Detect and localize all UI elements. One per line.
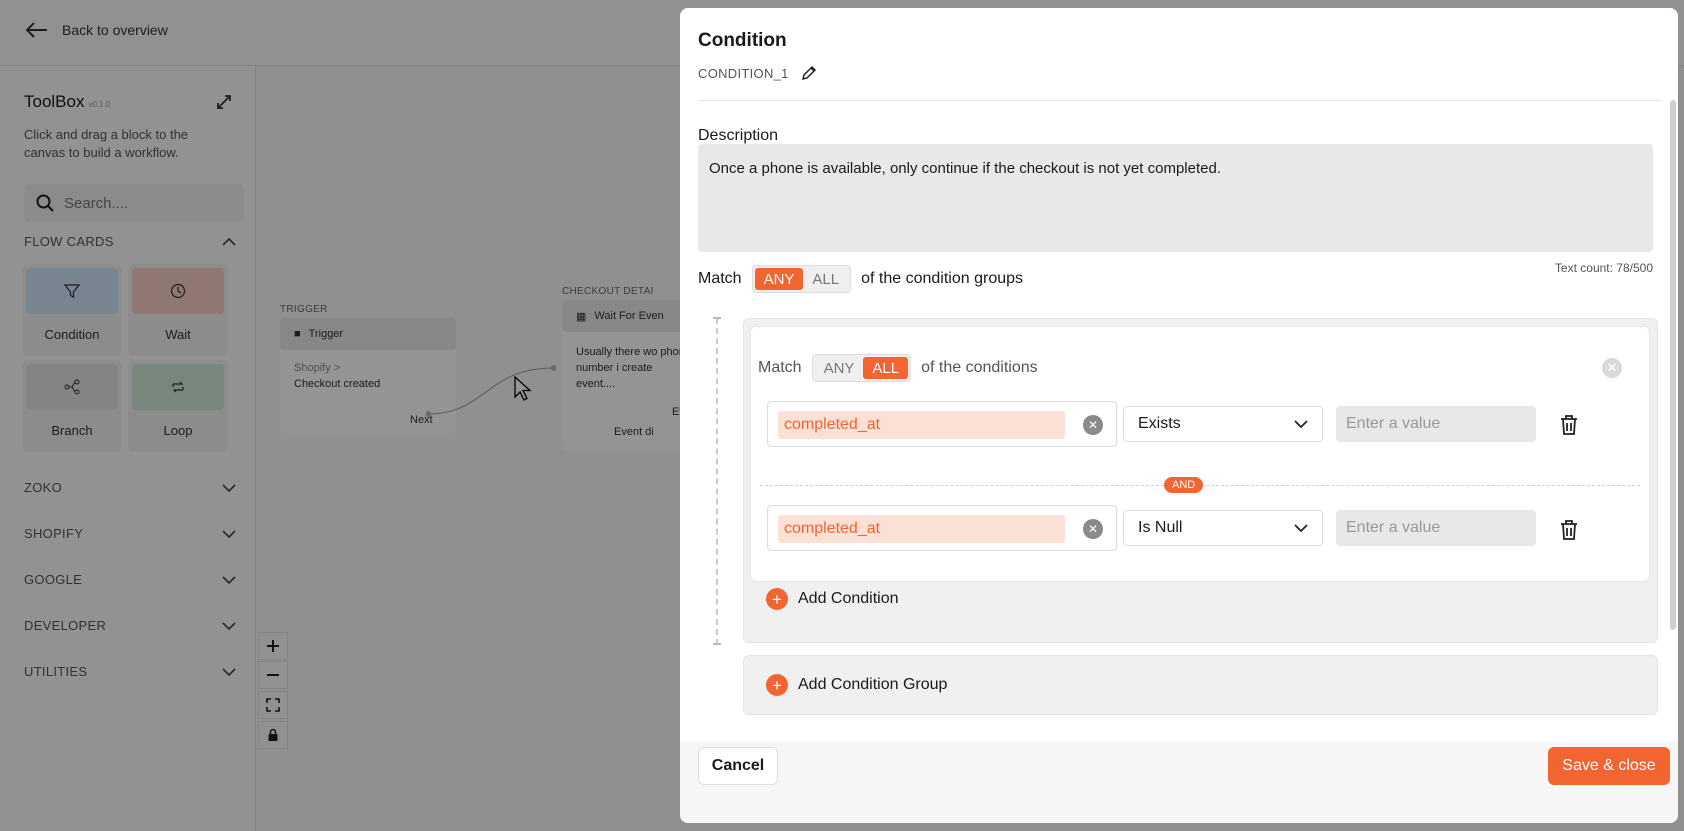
condition-match-toggle: ANY ALL [811,354,912,382]
match-any-groups-option[interactable]: ANY [754,268,804,290]
condition-match-row: Match ANY ALL of the conditions [758,354,1038,382]
condition-id-row: CONDITION_1 [698,65,817,81]
condition-value-input[interactable] [1336,406,1536,442]
match-any-conditions-option[interactable]: ANY [815,357,864,379]
operator-select[interactable]: Is Null [1123,510,1323,546]
pencil-icon[interactable] [801,65,817,81]
trash-icon[interactable] [1559,519,1579,541]
group-match-toggle: ANY ALL [751,265,852,293]
condition-value-input[interactable] [1336,510,1536,546]
save-and-close-button[interactable]: Save & close [1548,747,1670,785]
match-all-conditions-option[interactable]: ALL [863,357,909,379]
condition-field-selector[interactable]: completed_at ✕ [767,401,1117,447]
match-all-groups-option[interactable]: ALL [803,268,848,290]
close-icon: ✕ [1087,418,1099,432]
field-chip: completed_at [778,411,1065,439]
and-badge: AND [1164,477,1204,493]
condition-id: CONDITION_1 [698,65,789,81]
modal-scrollbar[interactable] [1670,100,1676,630]
clear-field-button[interactable]: ✕ [1083,415,1103,435]
condition-modal: Condition CONDITION_1 Description Once a… [680,8,1678,823]
plus-icon: + [766,674,788,696]
remove-group-button[interactable]: ✕ [1602,358,1622,378]
modal-footer [680,741,1678,823]
operator-select[interactable]: Exists [1123,406,1323,442]
plus-icon: + [766,588,788,610]
condition-field-selector[interactable]: completed_at ✕ [767,505,1117,551]
chevron-down-icon [1294,420,1308,429]
trash-icon[interactable] [1559,414,1579,436]
text-count: Text count: 78/500 [1554,261,1653,275]
add-condition-group-button[interactable]: + Add Condition Group [766,674,947,696]
group-connector-line [716,318,718,645]
description-textarea[interactable]: Once a phone is available, only continue… [698,144,1653,252]
description-label: Description [698,127,779,144]
add-condition-button[interactable]: + Add Condition [766,588,899,610]
cancel-button[interactable]: Cancel [698,747,778,785]
group-match-row: Match ANY ALL of the condition groups [698,265,1023,293]
close-icon: ✕ [1087,522,1099,536]
close-icon: ✕ [1606,360,1618,375]
chevron-down-icon [1294,524,1308,533]
clear-field-button[interactable]: ✕ [1083,519,1103,539]
divider [698,100,1660,101]
field-chip: completed_at [778,515,1065,543]
modal-title: Condition [698,30,787,51]
